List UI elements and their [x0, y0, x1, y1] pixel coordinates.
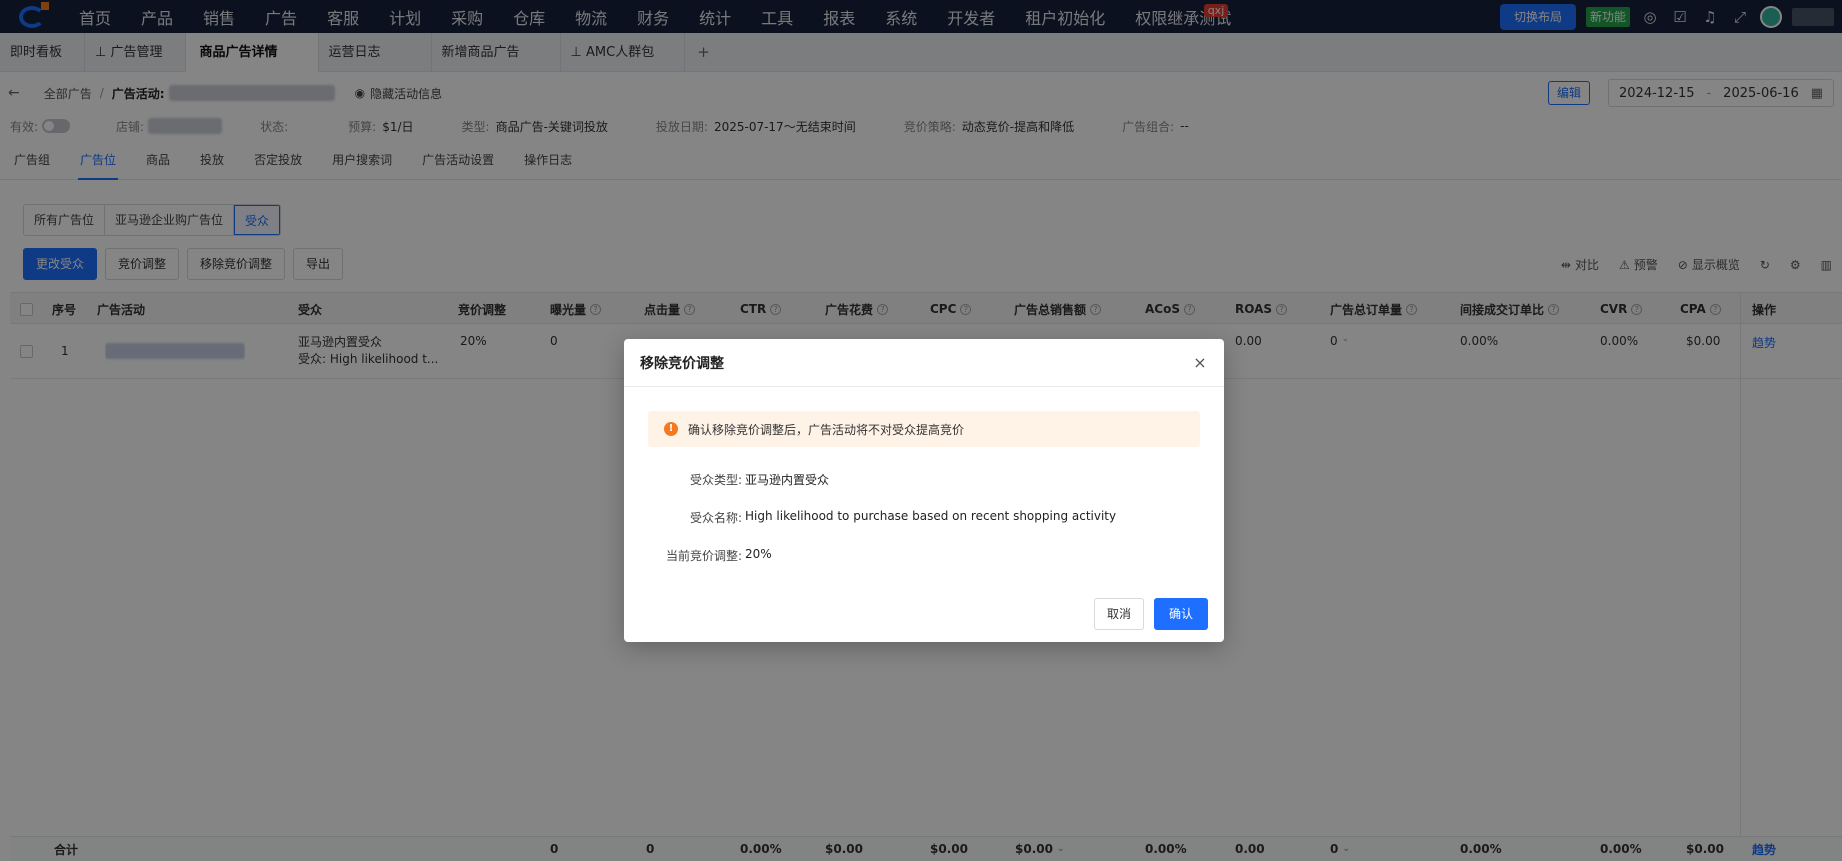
dialog-header: 移除竞价调整 × [624, 339, 1224, 387]
audience-name-value: High likelihood to purchase based on rec… [745, 509, 1117, 523]
current-bid-value: 20% [745, 547, 772, 561]
remove-bid-adjust-dialog: 移除竞价调整 × ! 确认移除竞价调整后，广告活动将不对受众提高竞价 受众类型:… [624, 339, 1224, 642]
current-bid-label: 当前竞价调整: [665, 549, 742, 563]
close-icon[interactable]: × [1192, 353, 1208, 372]
warning-alert: ! 确认移除竞价调整后，广告活动将不对受众提高竞价 [648, 411, 1200, 447]
audience-type-value: 亚马逊内置受众 [745, 473, 830, 487]
dialog-audience-name-row: 受众名称: High likelihood to purchase based … [624, 509, 1224, 526]
confirm-button[interactable]: 确认 [1153, 598, 1208, 630]
warning-icon: ! [664, 422, 678, 436]
warning-text: 确认移除竞价调整后，广告活动将不对受众提高竞价 [688, 422, 965, 437]
dialog-title: 移除竞价调整 [640, 355, 724, 372]
audience-name-label: 受众名称: [689, 511, 742, 525]
dialog-footer: 取消 确认 [1093, 598, 1208, 630]
dialog-current-bid-row: 当前竞价调整: 20% [624, 547, 1224, 564]
cancel-button[interactable]: 取消 [1093, 598, 1144, 630]
dialog-audience-type-row: 受众类型: 亚马逊内置受众 [624, 471, 1224, 488]
audience-type-label: 受众类型: [689, 473, 742, 487]
